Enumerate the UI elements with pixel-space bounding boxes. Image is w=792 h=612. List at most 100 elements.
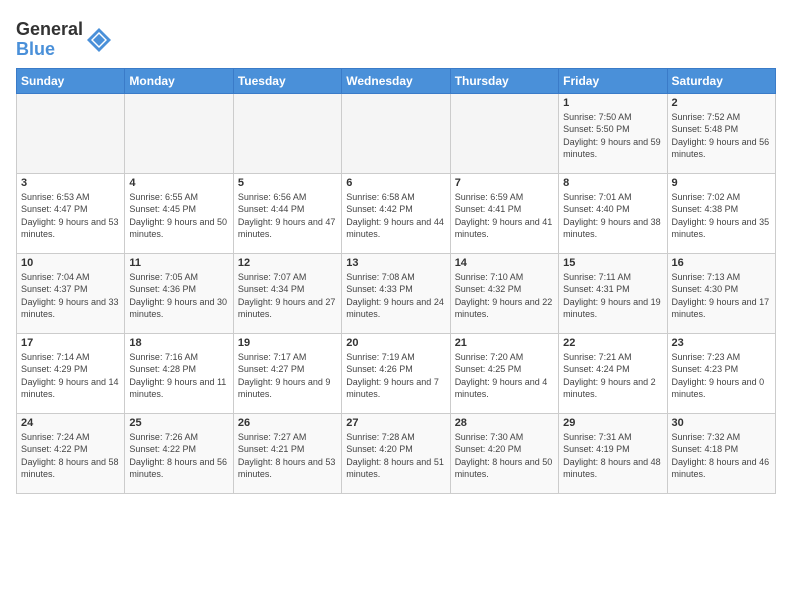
calendar-cell: 29Sunrise: 7:31 AM Sunset: 4:19 PM Dayli… <box>559 413 667 493</box>
day-number: 28 <box>455 417 554 429</box>
day-number: 11 <box>129 257 228 269</box>
page-header: General Blue <box>16 16 776 60</box>
day-number: 18 <box>129 337 228 349</box>
calendar-cell: 4 Sunrise: 6:55 AM Sunset: 4:45 PM Daylig… <box>125 173 233 253</box>
day-header-wednesday: Wednesday <box>342 68 450 93</box>
day-info: Sunrise: 7:10 AM Sunset: 4:32 PM Dayligh… <box>455 271 554 321</box>
calendar-cell <box>17 93 125 173</box>
day-number: 25 <box>129 417 228 429</box>
day-number: 30 <box>672 417 771 429</box>
calendar-cell: 24 Sunrise: 7:24 AM Sunset: 4:22 PM Dayli… <box>17 413 125 493</box>
calendar-cell: 12 Sunrise: 7:07 AM Sunset: 4:34 PM Dayli… <box>233 253 341 333</box>
day-header-saturday: Saturday <box>667 68 775 93</box>
day-number: 2 <box>672 97 771 109</box>
calendar-cell: 22Sunrise: 7:21 AM Sunset: 4:24 PM Dayli… <box>559 333 667 413</box>
calendar-week-1: 1Sunrise: 7:50 AM Sunset: 5:50 PM Daylig… <box>17 93 776 173</box>
day-header-tuesday: Tuesday <box>233 68 341 93</box>
calendar-cell <box>450 93 558 173</box>
day-number: 13 <box>346 257 445 269</box>
day-number: 8 <box>563 177 662 189</box>
day-number: 14 <box>455 257 554 269</box>
day-number: 12 <box>238 257 337 269</box>
day-header-monday: Monday <box>125 68 233 93</box>
calendar-cell: 14 Sunrise: 7:10 AM Sunset: 4:32 PM Dayli… <box>450 253 558 333</box>
logo-icon <box>85 26 113 54</box>
day-info: Sunrise: 7:24 AM Sunset: 4:22 PM Dayligh… <box>21 431 120 481</box>
day-info: Sunrise: 6:55 AM Sunset: 4:45 PM Dayligh… <box>129 191 228 241</box>
calendar-cell: 21 Sunrise: 7:20 AM Sunset: 4:25 PM Dayli… <box>450 333 558 413</box>
day-number: 19 <box>238 337 337 349</box>
calendar-week-2: 3 Sunrise: 6:53 AM Sunset: 4:47 PM Daylig… <box>17 173 776 253</box>
day-info: Sunrise: 7:05 AM Sunset: 4:36 PM Dayligh… <box>129 271 228 321</box>
day-info: Sunrise: 7:01 AM Sunset: 4:40 PM Dayligh… <box>563 191 662 241</box>
day-info: Sunrise: 7:02 AM Sunset: 4:38 PM Dayligh… <box>672 191 771 241</box>
calendar-week-3: 10Sunrise: 7:04 AM Sunset: 4:37 PM Dayli… <box>17 253 776 333</box>
day-number: 9 <box>672 177 771 189</box>
day-info: Sunrise: 7:13 AM Sunset: 4:30 PM Dayligh… <box>672 271 771 321</box>
calendar-week-5: 24 Sunrise: 7:24 AM Sunset: 4:22 PM Dayli… <box>17 413 776 493</box>
day-info: Sunrise: 6:56 AM Sunset: 4:44 PM Dayligh… <box>238 191 337 241</box>
day-info: Sunrise: 7:21 AM Sunset: 4:24 PM Dayligh… <box>563 351 662 401</box>
calendar-cell: 1Sunrise: 7:50 AM Sunset: 5:50 PM Daylig… <box>559 93 667 173</box>
calendar-cell: 5 Sunrise: 6:56 AM Sunset: 4:44 PM Daylig… <box>233 173 341 253</box>
calendar-cell: 16Sunrise: 7:13 AM Sunset: 4:30 PM Dayli… <box>667 253 775 333</box>
day-info: Sunrise: 6:53 AM Sunset: 4:47 PM Dayligh… <box>21 191 120 241</box>
day-number: 23 <box>672 337 771 349</box>
calendar-cell: 11 Sunrise: 7:05 AM Sunset: 4:36 PM Dayli… <box>125 253 233 333</box>
day-number: 3 <box>21 177 120 189</box>
calendar-cell <box>125 93 233 173</box>
calendar-cell: 7Sunrise: 6:59 AM Sunset: 4:41 PM Daylig… <box>450 173 558 253</box>
day-info: Sunrise: 7:27 AM Sunset: 4:21 PM Dayligh… <box>238 431 337 481</box>
day-info: Sunrise: 7:17 AM Sunset: 4:27 PM Dayligh… <box>238 351 337 401</box>
day-info: Sunrise: 7:23 AM Sunset: 4:23 PM Dayligh… <box>672 351 771 401</box>
calendar-cell: 10Sunrise: 7:04 AM Sunset: 4:37 PM Dayli… <box>17 253 125 333</box>
day-info: Sunrise: 7:32 AM Sunset: 4:18 PM Dayligh… <box>672 431 771 481</box>
logo: General Blue <box>16 20 115 60</box>
day-info: Sunrise: 7:31 AM Sunset: 4:19 PM Dayligh… <box>563 431 662 481</box>
calendar-cell: 2 Sunrise: 7:52 AM Sunset: 5:48 PM Daylig… <box>667 93 775 173</box>
day-number: 5 <box>238 177 337 189</box>
logo-text: General Blue <box>16 20 83 60</box>
day-info: Sunrise: 7:08 AM Sunset: 4:33 PM Dayligh… <box>346 271 445 321</box>
day-number: 6 <box>346 177 445 189</box>
calendar-cell: 25 Sunrise: 7:26 AM Sunset: 4:22 PM Dayli… <box>125 413 233 493</box>
day-info: Sunrise: 7:16 AM Sunset: 4:28 PM Dayligh… <box>129 351 228 401</box>
day-info: Sunrise: 7:28 AM Sunset: 4:20 PM Dayligh… <box>346 431 445 481</box>
day-number: 24 <box>21 417 120 429</box>
day-info: Sunrise: 6:58 AM Sunset: 4:42 PM Dayligh… <box>346 191 445 241</box>
day-header-thursday: Thursday <box>450 68 558 93</box>
day-header-sunday: Sunday <box>17 68 125 93</box>
day-number: 4 <box>129 177 228 189</box>
calendar-cell: 30 Sunrise: 7:32 AM Sunset: 4:18 PM Dayli… <box>667 413 775 493</box>
day-info: Sunrise: 7:14 AM Sunset: 4:29 PM Dayligh… <box>21 351 120 401</box>
day-number: 7 <box>455 177 554 189</box>
day-number: 1 <box>563 97 662 109</box>
calendar-cell: 20 Sunrise: 7:19 AM Sunset: 4:26 PM Dayli… <box>342 333 450 413</box>
day-info: Sunrise: 7:07 AM Sunset: 4:34 PM Dayligh… <box>238 271 337 321</box>
calendar-cell: 9 Sunrise: 7:02 AM Sunset: 4:38 PM Daylig… <box>667 173 775 253</box>
day-number: 21 <box>455 337 554 349</box>
day-number: 20 <box>346 337 445 349</box>
day-info: Sunrise: 7:04 AM Sunset: 4:37 PM Dayligh… <box>21 271 120 321</box>
day-info: Sunrise: 7:30 AM Sunset: 4:20 PM Dayligh… <box>455 431 554 481</box>
calendar-cell: 19 Sunrise: 7:17 AM Sunset: 4:27 PM Dayli… <box>233 333 341 413</box>
calendar-cell: 26 Sunrise: 7:27 AM Sunset: 4:21 PM Dayli… <box>233 413 341 493</box>
day-number: 27 <box>346 417 445 429</box>
day-info: Sunrise: 7:11 AM Sunset: 4:31 PM Dayligh… <box>563 271 662 321</box>
calendar-cell: 8 Sunrise: 7:01 AM Sunset: 4:40 PM Daylig… <box>559 173 667 253</box>
calendar-cell <box>342 93 450 173</box>
day-info: Sunrise: 7:26 AM Sunset: 4:22 PM Dayligh… <box>129 431 228 481</box>
day-number: 26 <box>238 417 337 429</box>
calendar-cell <box>233 93 341 173</box>
day-info: Sunrise: 7:20 AM Sunset: 4:25 PM Dayligh… <box>455 351 554 401</box>
calendar-cell: 15 Sunrise: 7:11 AM Sunset: 4:31 PM Dayli… <box>559 253 667 333</box>
day-info: Sunrise: 7:19 AM Sunset: 4:26 PM Dayligh… <box>346 351 445 401</box>
calendar-table: SundayMondayTuesdayWednesdayThursdayFrid… <box>16 68 776 494</box>
day-number: 15 <box>563 257 662 269</box>
calendar-cell: 6 Sunrise: 6:58 AM Sunset: 4:42 PM Daylig… <box>342 173 450 253</box>
day-info: Sunrise: 7:52 AM Sunset: 5:48 PM Dayligh… <box>672 111 771 161</box>
calendar-cell: 27 Sunrise: 7:28 AM Sunset: 4:20 PM Dayli… <box>342 413 450 493</box>
calendar-cell: 3 Sunrise: 6:53 AM Sunset: 4:47 PM Daylig… <box>17 173 125 253</box>
calendar-cell: 28 Sunrise: 7:30 AM Sunset: 4:20 PM Dayli… <box>450 413 558 493</box>
calendar-cell: 18 Sunrise: 7:16 AM Sunset: 4:28 PM Dayli… <box>125 333 233 413</box>
